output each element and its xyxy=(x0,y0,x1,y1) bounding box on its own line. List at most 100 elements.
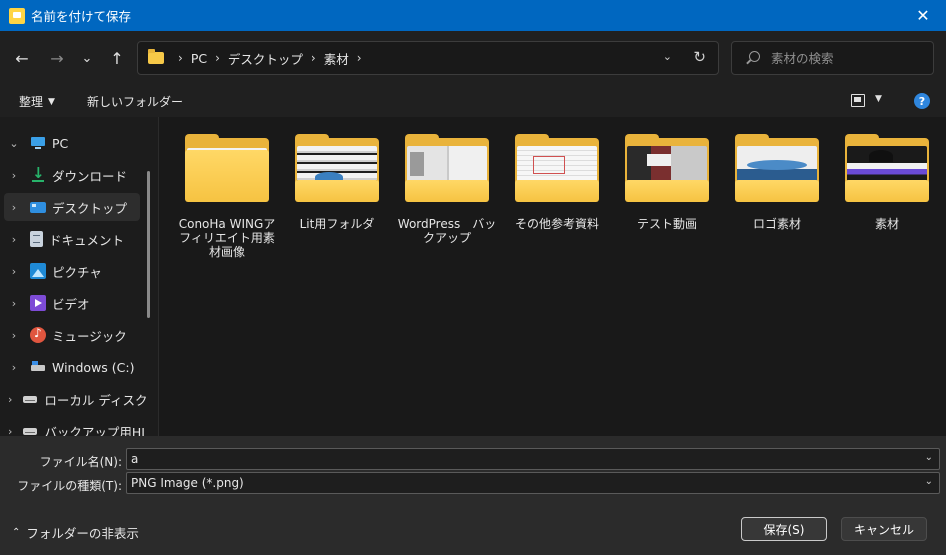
sidebar-item-documents[interactable]: › ドキュメント xyxy=(4,225,140,253)
sidebar-item-label: Windows (C:) xyxy=(52,359,135,375)
sidebar-item-backup-drive[interactable]: › バックアップ用HI xyxy=(4,417,145,437)
folder-item[interactable]: Lit用フォルダ xyxy=(282,134,392,231)
address-history-dropdown-icon[interactable]: ⌄ xyxy=(663,50,672,63)
address-bar[interactable]: › PC › デスクトップ › 素材 › ⌄ ↻ xyxy=(137,41,719,75)
download-icon xyxy=(30,164,46,183)
breadcrumb-desktop[interactable]: デスクトップ xyxy=(228,49,303,68)
folder-label: WordPress バックアップ xyxy=(397,217,497,245)
folder-label: ロゴ素材 xyxy=(752,217,801,231)
breadcrumb-separator-icon[interactable]: › xyxy=(311,51,316,65)
title-bar: 名前を付けて保存 ✕ xyxy=(0,0,946,31)
sidebar-item-pictures[interactable]: › ピクチャ xyxy=(4,257,140,285)
desktop-icon xyxy=(30,201,46,213)
pictures-icon xyxy=(30,263,46,279)
sidebar-item-label: ミュージック xyxy=(52,328,127,344)
sidebar-item-label: ビデオ xyxy=(52,296,90,312)
folder-icon xyxy=(515,134,599,202)
refresh-icon[interactable]: ↻ xyxy=(693,48,706,66)
filename-input[interactable] xyxy=(131,452,891,466)
search-box[interactable] xyxy=(731,41,934,75)
sidebar-item-downloads[interactable]: › ダウンロード xyxy=(4,161,140,189)
breadcrumb-separator-icon[interactable]: › xyxy=(215,51,220,65)
sidebar-item-label: PC xyxy=(52,135,69,151)
breadcrumb-separator-icon[interactable]: › xyxy=(178,51,183,65)
folder-icon xyxy=(148,49,164,64)
expand-chevron-icon[interactable]: › xyxy=(8,233,20,246)
folder-item[interactable]: 素材 xyxy=(832,134,942,231)
cancel-button[interactable]: キャンセル xyxy=(841,517,927,541)
local-disk-icon xyxy=(22,391,38,407)
command-bar: 整理 ▼ 新しいフォルダー ▼ ? xyxy=(0,85,946,117)
folder-icon xyxy=(185,134,269,202)
app-folder-icon xyxy=(9,7,25,24)
expand-chevron-icon[interactable]: › xyxy=(8,361,20,374)
sidebar-item-label: ピクチャ xyxy=(52,264,102,280)
save-options-panel: ファイル名(N): ⌄ ファイルの種類(T): PNG Image (*.png… xyxy=(0,436,946,555)
sidebar-item-label: ローカル ディスク xyxy=(44,392,148,408)
expand-chevron-icon[interactable]: › xyxy=(8,393,12,406)
sidebar-item-music[interactable]: › ミュージック xyxy=(4,321,140,349)
folder-label: その他参考資料 xyxy=(514,217,599,231)
up-arrow-icon[interactable]: ↑ xyxy=(104,45,130,71)
sidebar-item-label: バックアップ用HI xyxy=(44,424,145,437)
folder-label: テスト動画 xyxy=(636,217,697,231)
folder-label: Lit用フォルダ xyxy=(299,217,375,231)
expand-chevron-icon[interactable]: › xyxy=(8,425,12,437)
folder-item[interactable]: テスト動画 xyxy=(612,134,722,231)
filename-dropdown-icon[interactable]: ⌄ xyxy=(925,452,933,463)
sidebar-item-label: ダウンロード xyxy=(52,168,128,184)
folder-icon xyxy=(845,134,929,202)
drive-c-icon xyxy=(30,359,46,375)
back-arrow-icon[interactable]: ← xyxy=(9,45,35,71)
expand-chevron-icon[interactable]: › xyxy=(8,201,20,214)
forward-arrow-icon[interactable]: → xyxy=(44,45,70,71)
filetype-dropdown-icon[interactable]: ⌄ xyxy=(925,476,933,487)
folder-item[interactable]: ロゴ素材 xyxy=(722,134,832,231)
view-options-caret-icon[interactable]: ▼ xyxy=(875,94,882,104)
expand-chevron-icon[interactable]: › xyxy=(8,169,20,182)
search-input[interactable] xyxy=(771,50,921,66)
hide-folders-toggle[interactable]: ⌃ フォルダーの非表示 xyxy=(12,523,139,542)
sidebar-item-pc[interactable]: ⌄ PC xyxy=(4,129,140,157)
folder-item[interactable]: ConoHa WINGアフィリエイト用素材画像 xyxy=(172,134,282,259)
breadcrumb-sozai[interactable]: 素材 xyxy=(324,49,349,68)
expand-chevron-icon[interactable]: › xyxy=(8,297,20,310)
folder-icon xyxy=(405,134,489,202)
close-button[interactable]: ✕ xyxy=(900,0,946,31)
window-title: 名前を付けて保存 xyxy=(31,9,132,24)
recent-locations-chevron-icon[interactable]: ⌄ xyxy=(74,45,100,71)
sidebar-scrollbar[interactable] xyxy=(147,171,150,318)
chevron-up-icon: ⌃ xyxy=(12,527,21,538)
breadcrumb-separator-icon[interactable]: › xyxy=(357,51,362,65)
sidebar-item-videos[interactable]: › ビデオ xyxy=(4,289,140,317)
view-layout-icon[interactable] xyxy=(851,94,865,107)
sidebar-item-label: ドキュメント xyxy=(49,232,125,248)
search-icon xyxy=(746,51,760,65)
filetype-select[interactable]: PNG Image (*.png) ⌄ xyxy=(126,472,940,494)
save-button[interactable]: 保存(S) xyxy=(741,517,827,541)
caret-down-icon: ▼ xyxy=(48,96,55,107)
filetype-value: PNG Image (*.png) xyxy=(131,476,244,490)
sidebar-item-windows-c[interactable]: › Windows (C:) xyxy=(4,353,140,381)
folder-label: 素材 xyxy=(874,217,899,231)
filename-combobox[interactable]: ⌄ xyxy=(126,448,940,470)
filetype-label: ファイルの種類(T): xyxy=(17,479,122,493)
music-icon xyxy=(30,326,46,343)
filename-label: ファイル名(N): xyxy=(39,455,122,469)
video-icon xyxy=(30,295,46,311)
file-list: ConoHa WINGアフィリエイト用素材画像 Lit用フォルダ WordPre… xyxy=(159,117,946,436)
folder-item[interactable]: その他参考資料 xyxy=(502,134,612,231)
breadcrumb-pc[interactable]: PC xyxy=(191,51,207,66)
new-folder-button[interactable]: 新しいフォルダー xyxy=(87,93,183,110)
organize-menu-button[interactable]: 整理 ▼ xyxy=(19,93,55,110)
sidebar-item-desktop[interactable]: › デスクトップ xyxy=(4,193,140,221)
expand-chevron-icon[interactable]: › xyxy=(8,265,20,278)
folder-label: ConoHa WINGアフィリエイト用素材画像 xyxy=(178,217,276,259)
expand-chevron-icon[interactable]: › xyxy=(8,329,20,342)
document-icon xyxy=(30,231,43,247)
sidebar-item-local-disk[interactable]: › ローカル ディスク xyxy=(4,385,148,413)
folder-item[interactable]: WordPress バックアップ xyxy=(392,134,502,245)
help-icon[interactable]: ? xyxy=(914,93,930,109)
collapse-chevron-icon[interactable]: ⌄ xyxy=(8,137,20,150)
hide-folders-label: フォルダーの非表示 xyxy=(26,526,139,541)
